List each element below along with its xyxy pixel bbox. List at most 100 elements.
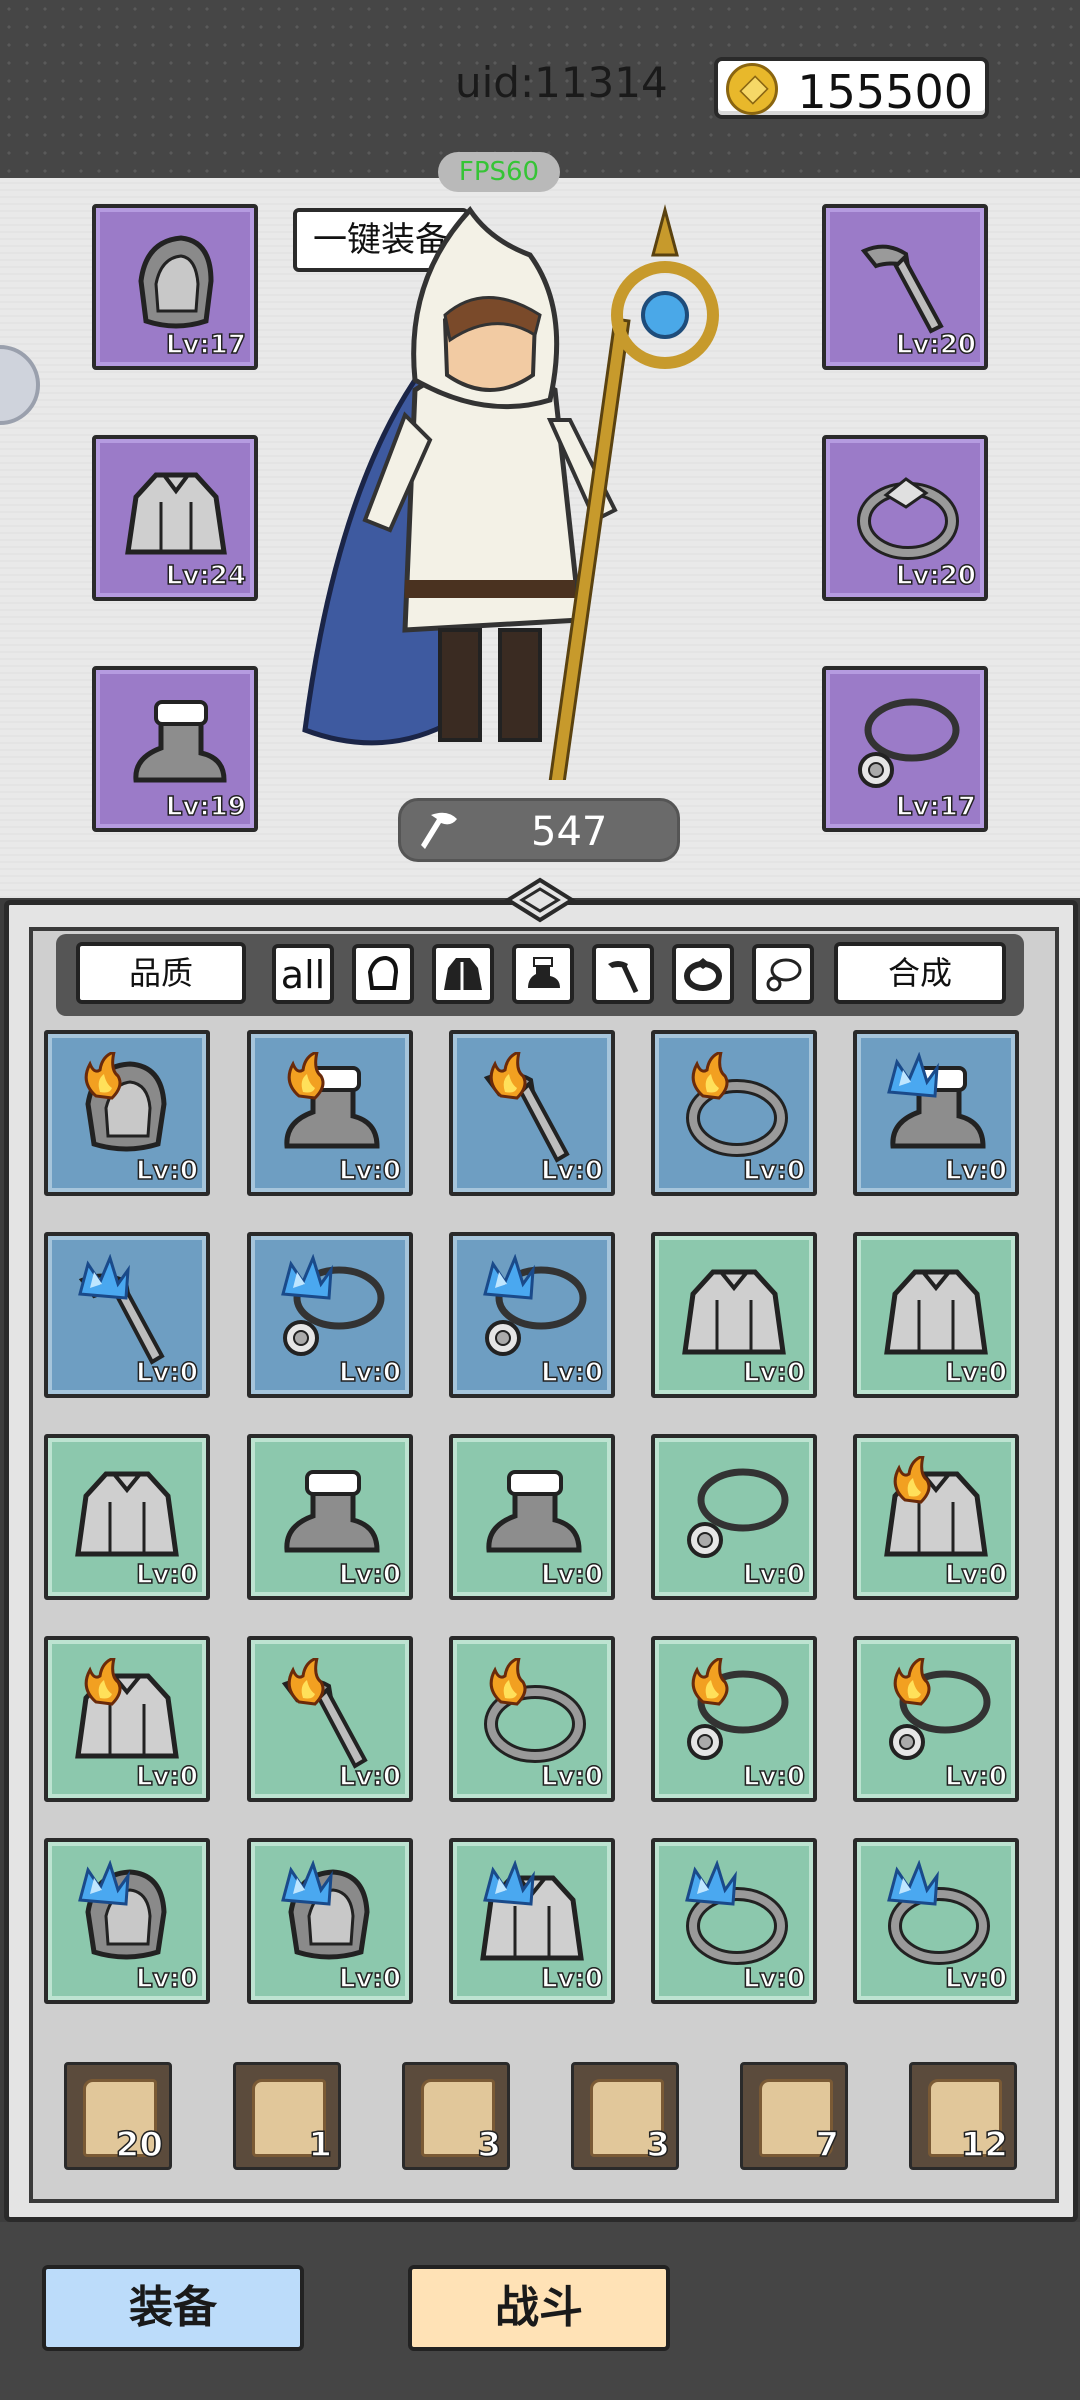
item-level: Lv:0 [338, 1963, 402, 1995]
scroll-ring[interactable]: 7 [740, 2062, 848, 2170]
inventory-item-ring[interactable]: Lv:0 [651, 1030, 817, 1196]
item-level: Lv:0 [540, 1155, 604, 1187]
scroll-count: 20 [115, 2124, 164, 2166]
inventory-item-necklace[interactable]: Lv:0 [651, 1636, 817, 1802]
inventory-item-boots[interactable]: Lv:0 [853, 1030, 1019, 1196]
filter-armor-button[interactable] [432, 944, 494, 1004]
filter-helmet-button[interactable] [352, 944, 414, 1004]
inventory-item-weapon[interactable]: Lv:0 [247, 1636, 413, 1802]
scroll-boots[interactable]: 3 [402, 2062, 510, 2170]
filter-necklace-button[interactable] [752, 944, 814, 1004]
gold-coin-icon [726, 63, 778, 115]
inventory-item-necklace[interactable]: Lv:0 [853, 1636, 1019, 1802]
inventory-item-weapon[interactable]: Lv:0 [44, 1232, 210, 1398]
scroll-helmet[interactable]: 20 [64, 2062, 172, 2170]
fps-indicator: FPS60 [438, 152, 560, 192]
inventory-item-necklace[interactable]: Lv:0 [247, 1232, 413, 1398]
item-level: Lv:0 [540, 1357, 604, 1389]
filter-ring-button[interactable] [672, 944, 734, 1004]
combat-power-value: 547 [531, 809, 608, 855]
equip-slot-boots[interactable]: Lv:19 [92, 666, 258, 832]
slot-level: Lv:24 [165, 560, 247, 592]
inventory-item-necklace[interactable]: Lv:0 [449, 1232, 615, 1398]
inventory-item-helmet[interactable]: Lv:0 [44, 1030, 210, 1196]
item-level: Lv:0 [338, 1761, 402, 1793]
equip-slot-ring[interactable]: Lv:20 [822, 435, 988, 601]
inventory-item-boots[interactable]: Lv:0 [247, 1030, 413, 1196]
inventory-item-ring[interactable]: Lv:0 [651, 1838, 817, 2004]
helmet-filter-icon [367, 955, 399, 990]
item-level: Lv:0 [540, 1761, 604, 1793]
item-level: Lv:0 [944, 1155, 1008, 1187]
weapon-icon [860, 244, 944, 334]
scroll-weapon[interactable]: 3 [571, 2062, 679, 2170]
item-level: Lv:0 [944, 1963, 1008, 1995]
coin-counter: 155500 [714, 57, 989, 119]
item-level: Lv:0 [135, 1559, 199, 1591]
combat-power-bar: 547 [398, 798, 680, 862]
boots-filter-icon [528, 957, 560, 988]
equip-slot-necklace[interactable]: Lv:17 [822, 666, 988, 832]
item-level: Lv:0 [944, 1761, 1008, 1793]
inventory-item-boots[interactable]: Lv:0 [449, 1434, 615, 1600]
inventory-item-armor[interactable]: Lv:0 [44, 1434, 210, 1600]
slot-level: Lv:20 [895, 560, 977, 592]
inventory-item-armor[interactable]: Lv:0 [449, 1838, 615, 2004]
equip-slot-weapon[interactable]: Lv:20 [822, 204, 988, 370]
slot-level: Lv:20 [895, 329, 977, 361]
tab-battle[interactable]: 战斗 [408, 2265, 670, 2351]
inventory-item-armor[interactable]: Lv:0 [853, 1232, 1019, 1398]
scroll-necklace[interactable]: 12 [909, 2062, 1017, 2170]
quality-sort-button[interactable]: 品质 [76, 942, 246, 1004]
armor-icon [125, 472, 227, 555]
inventory-item-armor[interactable]: Lv:0 [853, 1434, 1019, 1600]
inventory-filter-bar: 品质 all 合成 [56, 934, 1024, 1016]
filter-boots-button[interactable] [512, 944, 574, 1004]
equip-slot-armor[interactable]: Lv:24 [92, 435, 258, 601]
filter-weapon-button[interactable] [592, 944, 654, 1004]
slot-level: Lv:17 [895, 791, 977, 823]
item-level: Lv:0 [338, 1357, 402, 1389]
scroll-count: 3 [477, 2124, 502, 2166]
item-level: Lv:0 [742, 1357, 806, 1389]
inventory-item-ring[interactable]: Lv:0 [853, 1838, 1019, 2004]
item-level: Lv:0 [540, 1963, 604, 1995]
tab-equip[interactable]: 装备 [42, 2265, 304, 2351]
filter-all-button[interactable]: all [272, 944, 334, 1004]
item-level: Lv:0 [742, 1559, 806, 1591]
ring-filter-icon [684, 958, 722, 991]
slot-level: Lv:19 [165, 791, 247, 823]
item-level: Lv:0 [742, 1963, 806, 1995]
inventory-item-helmet[interactable]: Lv:0 [44, 1838, 210, 2004]
boots-icon [133, 700, 227, 783]
scroll-count: 1 [308, 2124, 333, 2166]
inventory-item-weapon[interactable]: Lv:0 [449, 1030, 615, 1196]
armor-filter-icon [444, 958, 482, 990]
inventory-item-ring[interactable]: Lv:0 [449, 1636, 615, 1802]
inventory-item-boots[interactable]: Lv:0 [247, 1434, 413, 1600]
inventory-item-necklace[interactable]: Lv:0 [651, 1434, 817, 1600]
coin-amount: 155500 [797, 65, 973, 119]
scroll-count: 7 [815, 2124, 840, 2166]
ring-icon [857, 477, 959, 560]
scroll-count: 12 [960, 2124, 1009, 2166]
game-screen: { "header": { "uid_label": "uid:11314", … [0, 0, 1080, 2400]
merge-button[interactable]: 合成 [834, 942, 1006, 1004]
item-level: Lv:0 [944, 1357, 1008, 1389]
equip-slot-helmet[interactable]: Lv:17 [92, 204, 258, 370]
weapon-filter-icon [608, 961, 639, 994]
helmet-icon [138, 235, 214, 329]
inventory-item-armor[interactable]: Lv:0 [651, 1232, 817, 1398]
necklace-icon [858, 698, 960, 788]
inventory-item-armor[interactable]: Lv:0 [44, 1636, 210, 1802]
inventory-item-helmet[interactable]: Lv:0 [247, 1838, 413, 2004]
item-level: Lv:0 [338, 1155, 402, 1187]
scroll-armor[interactable]: 1 [233, 2062, 341, 2170]
necklace-filter-icon [766, 958, 802, 992]
item-level: Lv:0 [944, 1559, 1008, 1591]
panel-ornament-icon [504, 877, 576, 923]
staff-power-icon [421, 812, 457, 849]
slot-level: Lv:17 [165, 329, 247, 361]
item-level: Lv:0 [135, 1357, 199, 1389]
hero-mage-illustration [302, 204, 719, 780]
